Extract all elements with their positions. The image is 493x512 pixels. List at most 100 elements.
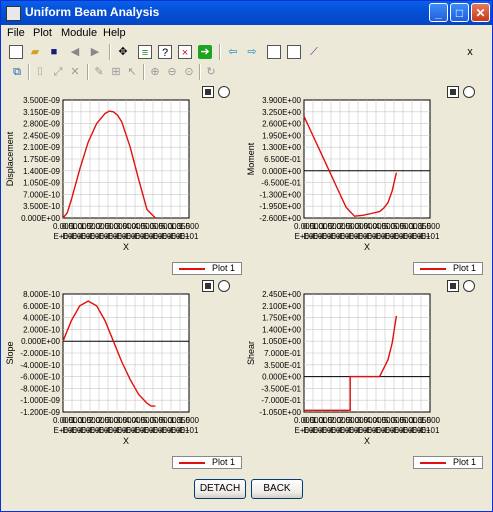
run-icon[interactable]: ➔ (198, 45, 212, 59)
help-document-icon[interactable]: ? (158, 45, 172, 59)
x-tick-label: 1.500 (179, 222, 200, 231)
y-tick-label: 0.000E+00 (262, 167, 301, 176)
legend: Plot 1 (172, 262, 242, 275)
x-tick-label: 1.500 (420, 416, 441, 425)
y-tick-label: 3.500E-09 (23, 96, 60, 105)
window-title: Uniform Beam Analysis (25, 5, 160, 19)
y-axis-label: Displacement (5, 131, 15, 186)
right-arrow-icon[interactable]: ⇨ (245, 45, 259, 59)
y-tick-label: -1.950E+00 (259, 202, 301, 211)
open-folder-icon[interactable]: ▰ (28, 45, 42, 59)
app-window: Uniform Beam Analysis _ □ ✕ File Plot Mo… (0, 0, 493, 512)
y-tick-label: -6.000E-10 (20, 373, 60, 382)
minimize-button[interactable]: _ (429, 3, 448, 22)
select-icon[interactable]: ⊞ (109, 65, 123, 79)
y-tick-label: -2.000E-10 (20, 349, 60, 358)
close-button[interactable]: ✕ (471, 3, 490, 22)
y-tick-label: 3.500E-10 (23, 202, 60, 211)
legend: Plot 1 (413, 262, 483, 275)
y-tick-label: 4.000E-10 (23, 314, 60, 323)
forward-arrow-icon[interactable]: ▶ (88, 45, 102, 59)
moment-chart-panel: -2.600E+00 -1.950E+00 -1.300E+00 -6.500E-01… (245, 83, 483, 279)
y-tick-label: 2.100E-09 (23, 143, 60, 152)
toolbar-close-icon[interactable]: x (463, 45, 477, 59)
save-icon[interactable]: ■ (47, 45, 61, 59)
y-tick-label: 2.450E+00 (262, 290, 301, 299)
main-toolbar: ▰ ■ ◀ ▶ ✥ ≡ ? × ➔ ⇦ ⇨ ⟋ x (1, 42, 492, 62)
delete-icon[interactable]: ✕ (68, 65, 82, 79)
y-tick-label: 2.100E+00 (262, 302, 301, 311)
x-tick-label: E+01 (180, 426, 199, 435)
y-tick-label: 1.400E+00 (262, 325, 301, 334)
expand-icon[interactable]: ⤢ (51, 65, 65, 79)
y-tick-label: 2.000E-10 (23, 325, 60, 334)
y-tick-label: 1.050E-09 (23, 179, 60, 188)
title-bar[interactable]: Uniform Beam Analysis _ □ ✕ (1, 1, 492, 25)
x-axis-label: X (123, 436, 129, 446)
toolbar-separator (87, 64, 89, 80)
y-tick-label: -8.000E-10 (20, 384, 60, 393)
y-tick-label: 2.800E-09 (23, 120, 60, 129)
left-arrow-icon[interactable]: ⇦ (226, 45, 240, 59)
x-tick-label: E+01 (180, 232, 199, 241)
y-tick-label: 8.000E-10 (23, 290, 60, 299)
y-tick-label: 3.250E+00 (262, 108, 301, 117)
y-tick-label: 2.450E-09 (23, 131, 60, 140)
menu-module[interactable]: Module (61, 27, 97, 39)
slope-chart: -1.200E-09-1.000E-09-8.000E-10-6.000E-10… (5, 290, 200, 446)
y-tick-label: -1.000E-09 (20, 396, 60, 405)
y-tick-label: 1.750E+00 (262, 314, 301, 323)
edit-icon[interactable]: ✎ (92, 65, 106, 79)
y-tick-label: 7.000E-10 (23, 190, 60, 199)
menu-help[interactable]: Help (103, 27, 126, 39)
y-tick-label: -7.000E-01 (261, 396, 301, 405)
detach-button[interactable]: DETACH (194, 479, 246, 499)
y-tick-label: 2.600E+00 (262, 120, 301, 129)
zoom-fit-icon[interactable]: ⊙ (182, 65, 196, 79)
zoom-out-icon[interactable]: ⊖ (165, 65, 179, 79)
legend: Plot 1 (413, 456, 483, 469)
back-button[interactable]: BACK (251, 479, 303, 499)
menu-plot[interactable]: Plot (33, 27, 52, 39)
pointer-icon[interactable]: ↖ (125, 65, 139, 79)
y-axis-label: Moment (246, 142, 256, 175)
back-arrow-icon[interactable]: ◀ (68, 45, 82, 59)
delete-document-icon[interactable]: × (178, 45, 192, 59)
shear-chart-panel: -1.050E+00 -7.000E-01 -3.500E-01 0.000E+00 3… (245, 277, 483, 473)
y-tick-label: 3.150E-09 (23, 108, 60, 117)
y-axis-label: Shear (246, 341, 256, 365)
displacement-chart-panel: 0.000E+00 3.500E-10 7.000E-10 1.050E-09 1.40… (4, 83, 242, 279)
toolbar-separator (143, 64, 145, 80)
chart-icon[interactable]: ⟋ (307, 45, 321, 59)
zoom-in-icon[interactable]: ⊕ (148, 65, 162, 79)
new-file-icon[interactable] (9, 45, 23, 59)
y-tick-label: 1.950E+00 (262, 131, 301, 140)
x-axis-label: X (364, 242, 370, 252)
crop-icon[interactable]: ⌷ (33, 65, 47, 79)
calculator-icon[interactable]: ≡ (138, 45, 152, 59)
y-tick-label: 6.000E-10 (23, 302, 60, 311)
menu-file[interactable]: File (7, 27, 25, 39)
toolbar-separator (28, 64, 30, 80)
copy-document-icon[interactable] (287, 45, 301, 59)
maximize-button[interactable]: □ (450, 3, 469, 22)
legend-label: Plot 1 (211, 263, 235, 273)
refresh-icon[interactable]: ↻ (204, 65, 218, 79)
legend: Plot 1 (172, 456, 242, 469)
legend-label: Plot 1 (211, 457, 235, 467)
move-icon[interactable]: ✥ (116, 45, 130, 59)
y-axis-label: Slope (5, 341, 15, 364)
app-icon (6, 6, 21, 21)
legend-label: Plot 1 (452, 263, 476, 273)
y-tick-label: 0.000E+00 (21, 337, 60, 346)
moment-chart: -2.600E+00-1.950E+00-1.300E+00-6.500E-01… (246, 96, 441, 252)
legend-line (420, 268, 446, 270)
y-tick-label: 3.500E-01 (264, 361, 301, 370)
paste-icon[interactable]: ⧉ (10, 65, 24, 79)
displacement-chart: 0.000E+003.500E-107.000E-101.050E-091.40… (5, 96, 200, 252)
legend-line (179, 268, 205, 270)
x-tick-label: 1.500 (179, 416, 200, 425)
document-icon[interactable] (267, 45, 281, 59)
secondary-toolbar: ⧉ ⌷ ⤢ ✕ ✎ ⊞ ↖ ⊕ ⊖ ⊙ ↻ (1, 62, 492, 82)
y-tick-label: -6.500E-01 (261, 179, 301, 188)
